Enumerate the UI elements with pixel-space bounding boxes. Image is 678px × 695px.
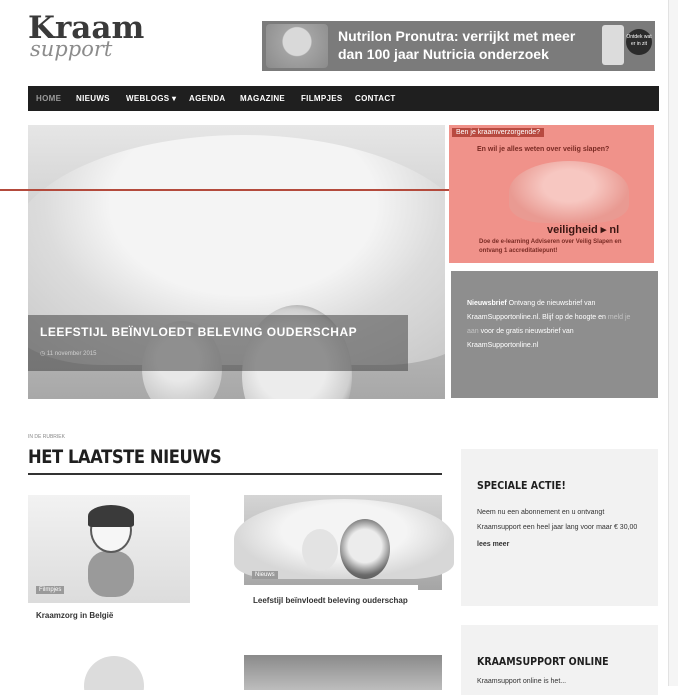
nurse-illustration-body	[88, 551, 134, 597]
speciale-actie-widget: SPECIALE ACTIE! Neem nu een abonnement e…	[461, 449, 658, 606]
news-card-image[interactable]	[28, 650, 190, 690]
section-divider	[28, 473, 442, 475]
widget-body: Kraamsupport online is het...	[477, 678, 567, 685]
card-baby-image	[302, 529, 338, 571]
section-label: In de rubriek	[28, 434, 65, 440]
ad-footer-text: Doe de e-learning Adviseren over Veilig …	[479, 239, 622, 254]
nurse-illustration-hair	[88, 505, 134, 527]
section-title: HET LAATSTE NIEUWS	[28, 446, 222, 468]
kraamsupport-online-widget: KRAAMSUPPORT ONLINE Kraamsupport online …	[461, 625, 658, 695]
ad-question: En wil je alles weten over veilig slapen…	[477, 146, 610, 153]
nav-item-nieuws[interactable]: Nieuws	[76, 86, 110, 111]
hero-caption-overlay	[28, 315, 408, 371]
newsletter-title: Nieuwsbrief	[467, 300, 507, 307]
news-card-image[interactable]: Filmpjes	[28, 495, 190, 603]
banner-badge: Ontdek wat er in zit	[626, 29, 652, 55]
nav-item-agenda[interactable]: Agenda	[189, 86, 225, 111]
banner-baby-image	[266, 24, 328, 68]
news-card-title[interactable]: Kraamzorg in België	[36, 611, 113, 620]
banner-product-image	[602, 25, 624, 65]
hero-date: ◷ 11 november 2015	[40, 351, 97, 357]
ad-tag: Ben je kraamverzorgende?	[452, 128, 545, 137]
lees-meer-link[interactable]: lees meer	[477, 541, 642, 548]
card-mother-image	[340, 519, 390, 579]
ad-brand-logo: veiligheid ▸ nl	[547, 224, 620, 236]
nav-item-filmpjes[interactable]: Filmpjes	[301, 86, 343, 111]
banner-text: Nutrilon Pronutra: verrijkt met meer dan…	[338, 28, 576, 62]
hero-featured-article[interactable]: Leefstijl beïnvloedt beleving ouderschap…	[28, 125, 445, 399]
news-card-category[interactable]: Nieuws	[252, 571, 278, 579]
nav-item-home[interactable]: Home	[36, 86, 61, 111]
widget-title: KRAAMSUPPORT ONLINE	[477, 655, 609, 668]
nav-item-weblogs[interactable]: Weblogs ▾	[126, 86, 176, 111]
newsletter-text-end: voor de gratis nieuwsbrief van KraamSupp…	[467, 328, 574, 349]
widget-title: SPECIALE ACTIE!	[477, 479, 566, 492]
news-card-image[interactable]	[244, 655, 442, 690]
widget-body: Neem nu een abonnement en u ontvangt Kra…	[477, 509, 638, 531]
main-navigation: Home Nieuws Weblogs ▾ Agenda Magazine Fi…	[28, 86, 659, 111]
newsletter-box: Nieuwsbrief Ontvang de nieuwsbrief van K…	[451, 271, 658, 398]
page-scrollbar[interactable]	[668, 0, 678, 686]
ad-baby-image	[509, 161, 629, 223]
nav-item-contact[interactable]: Contact	[355, 86, 396, 111]
header-ad-banner[interactable]: Nutrilon Pronutra: verrijkt met meer dan…	[262, 21, 655, 71]
card-baby-head-image	[84, 656, 144, 690]
nav-item-magazine[interactable]: Magazine	[240, 86, 285, 111]
news-card-title[interactable]: Leefstijl beïnvloedt beleving ouderschap	[244, 585, 418, 625]
site-logo-subtitle[interactable]: support	[30, 38, 112, 60]
annotation-line	[0, 189, 497, 191]
hero-title[interactable]: Leefstijl beïnvloedt beleving ouderschap	[40, 325, 357, 339]
news-card-category[interactable]: Filmpjes	[36, 586, 65, 594]
news-card-image[interactable]: Nieuws	[234, 495, 454, 590]
sidebar-ad-veiligheid[interactable]: Ben je kraamverzorgende? En wil je alles…	[449, 125, 654, 263]
